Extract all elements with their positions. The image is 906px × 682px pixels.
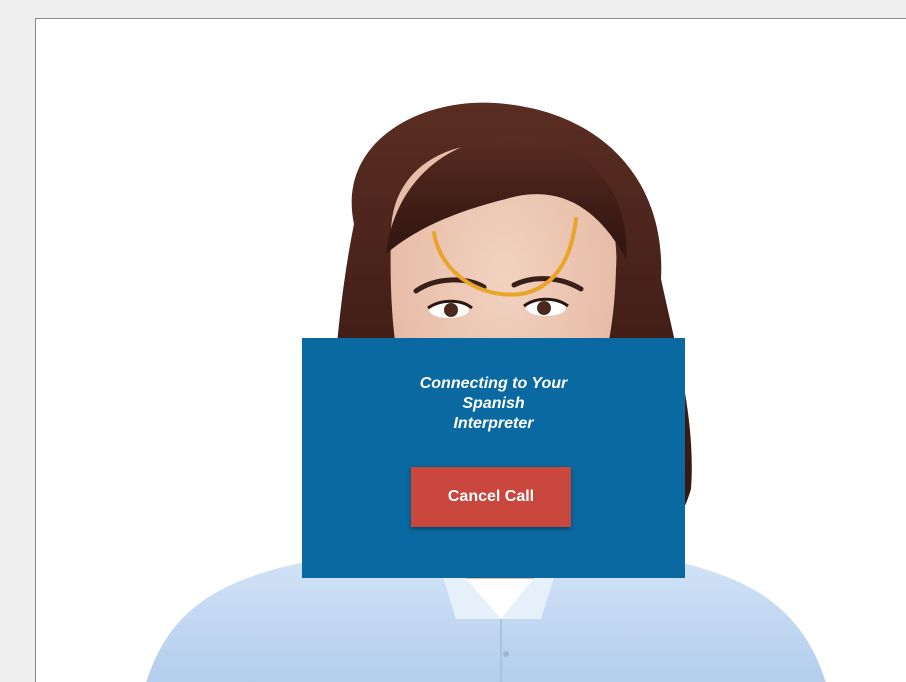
video-call-window: Connecting to Your Spanish Interpreter C…	[35, 18, 906, 682]
status-line: Spanish	[462, 395, 525, 412]
status-line: Interpreter	[453, 415, 534, 432]
connecting-dialog: Connecting to Your Spanish Interpreter C…	[302, 338, 685, 578]
status-line: Connecting to Your	[419, 375, 568, 392]
cancel-call-button[interactable]: Cancel Call	[411, 467, 571, 527]
connection-status: Connecting to Your Spanish Interpreter	[302, 374, 685, 434]
